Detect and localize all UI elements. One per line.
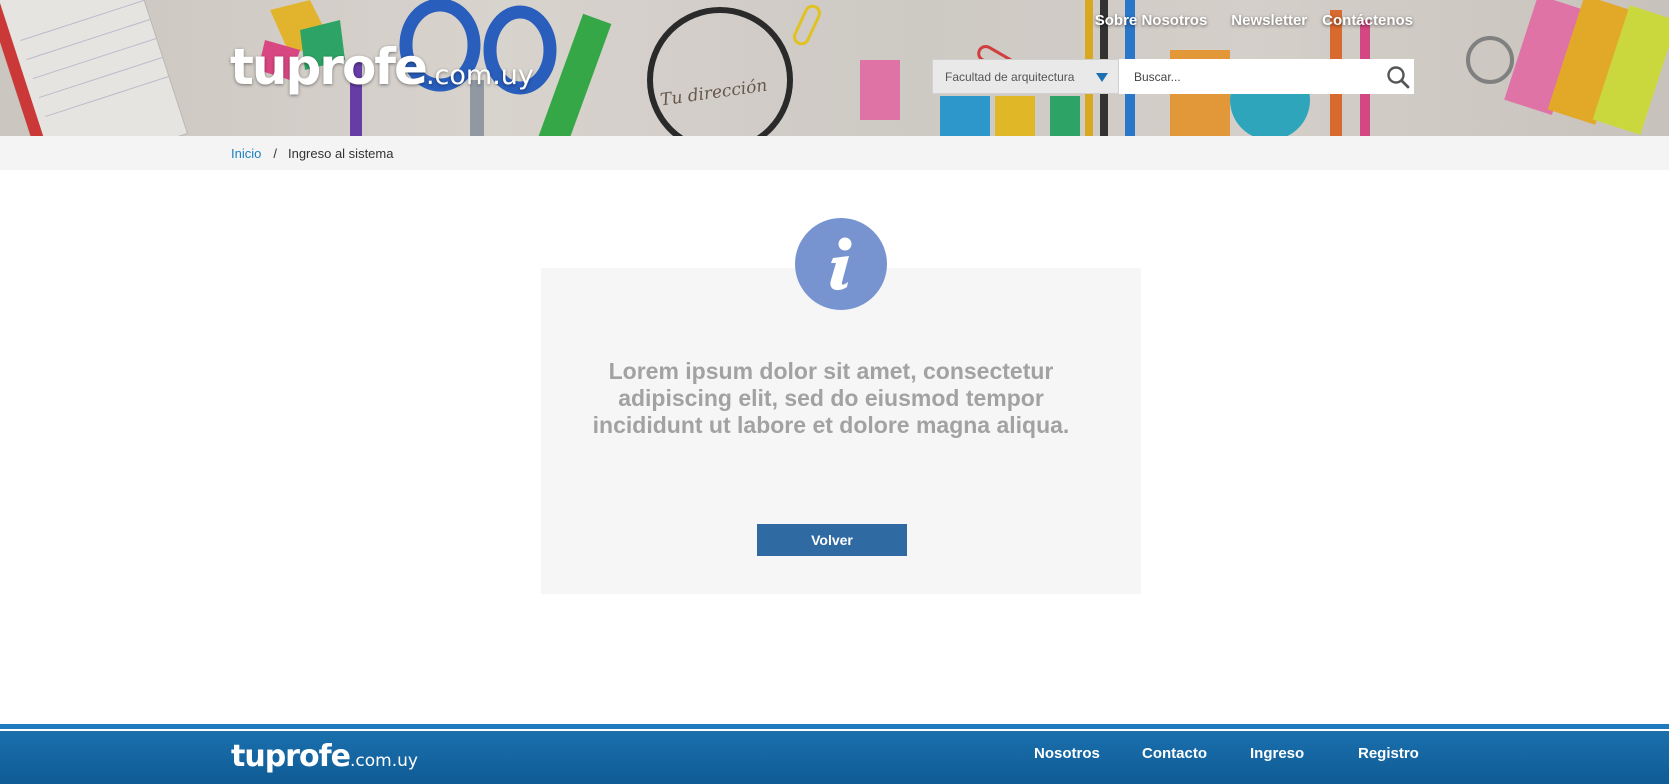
breadcrumb-home-link[interactable]: Inicio: [231, 146, 261, 161]
footer-top-line: [0, 724, 1669, 729]
search-bar: Facultad de arquitectura: [932, 59, 1414, 94]
logo-main-text: tuprofe: [230, 38, 428, 96]
logo-tld-text: .com.uy: [425, 60, 534, 91]
footer-logo-main-text: tuprofe: [231, 739, 351, 774]
dropdown-arrow-icon: [1096, 73, 1108, 82]
breadcrumb-current: Ingreso al sistema: [287, 146, 394, 161]
message-text: Lorem ipsum dolor sit amet, consectetur …: [592, 358, 1070, 438]
faculty-select[interactable]: Facultad de arquitectura: [932, 59, 1119, 94]
volver-button[interactable]: Volver: [757, 524, 907, 556]
top-nav: Sobre Nosotros Newsletter Contáctenos: [1095, 12, 1413, 29]
search-button[interactable]: [1382, 59, 1414, 94]
nav-sobre-nosotros[interactable]: Sobre Nosotros: [1095, 12, 1208, 29]
nav-newsletter[interactable]: Newsletter: [1231, 12, 1307, 29]
site-logo[interactable]: tuprofe.com.uy: [230, 38, 534, 96]
footer-logo[interactable]: tuprofe.com.uy: [231, 739, 418, 774]
footer-logo-tld-text: .com.uy: [349, 751, 418, 771]
search-input[interactable]: [1119, 59, 1382, 94]
header-banner: Tu dirección tuprofe.com.uy Sobre Nosotr…: [0, 0, 1669, 136]
footer-nav-registro[interactable]: Registro: [1358, 745, 1419, 762]
search-icon: [1387, 65, 1410, 88]
footer-nav-ingreso[interactable]: Ingreso: [1250, 745, 1304, 762]
footer-nav-nosotros[interactable]: Nosotros: [1034, 745, 1100, 762]
breadcrumb-separator: /: [273, 146, 277, 161]
footer: tuprofe.com.uy Nosotros Contacto Ingreso…: [0, 731, 1669, 784]
breadcrumb-bar: Inicio / Ingreso al sistema: [0, 136, 1669, 170]
info-icon: [795, 218, 887, 310]
nav-contactenos[interactable]: Contáctenos: [1322, 12, 1413, 29]
faculty-select-value: Facultad de arquitectura: [945, 69, 1075, 84]
footer-nav-contacto[interactable]: Contacto: [1142, 745, 1207, 762]
breadcrumb: Inicio / Ingreso al sistema: [231, 146, 393, 161]
